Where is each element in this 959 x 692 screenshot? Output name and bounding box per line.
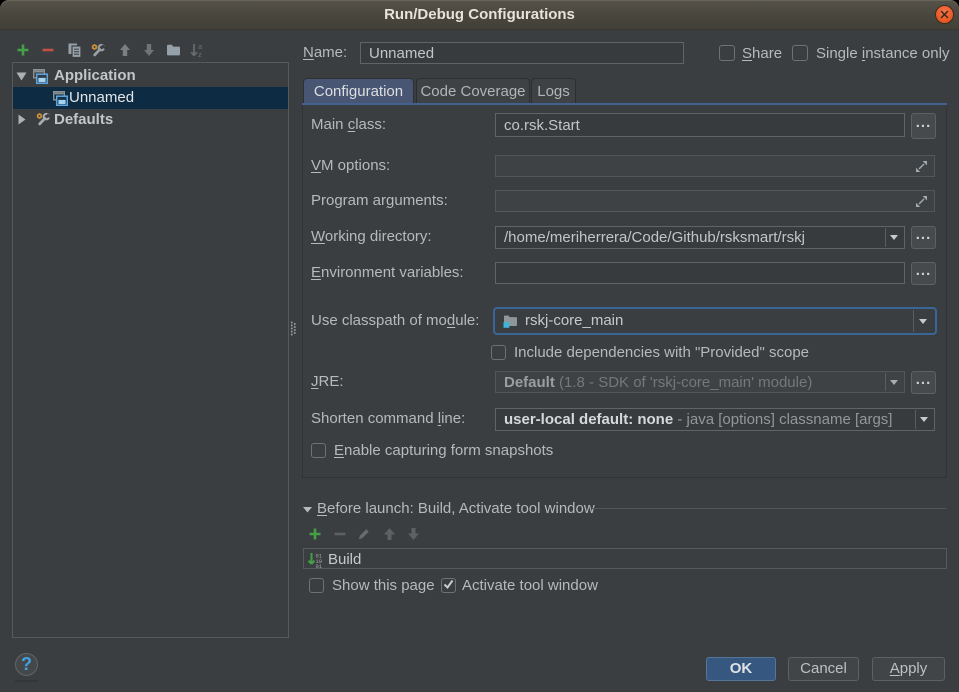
svg-text:01: 01 bbox=[316, 563, 323, 568]
svg-text:z: z bbox=[198, 50, 202, 58]
